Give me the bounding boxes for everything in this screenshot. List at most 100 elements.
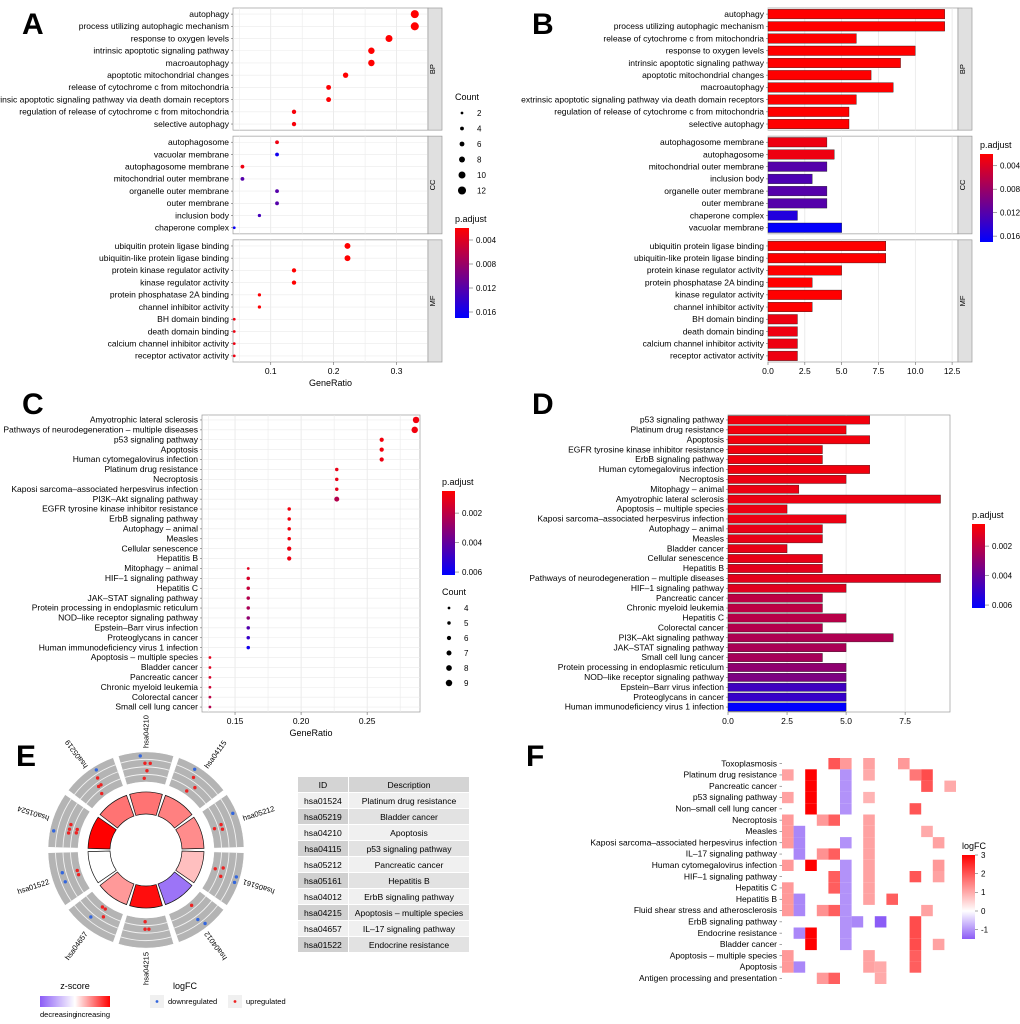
y-tick-label: kinase regulator activity	[140, 277, 230, 287]
data-point	[335, 477, 339, 482]
x-tick-label: 7.5	[899, 716, 911, 726]
legend-count-dot	[446, 665, 452, 671]
legend-padjust-label: 0.004	[476, 236, 497, 245]
legend-padjust-bar	[442, 491, 455, 575]
circos-gene-point	[76, 872, 81, 877]
y-tick-label: Protein processing in endoplasmic reticu…	[558, 662, 724, 672]
bar	[727, 663, 847, 672]
table-header-row: ID Description	[297, 776, 471, 793]
y-tick-label: HIF–1 signaling pathway	[631, 583, 725, 593]
y-tick-label: Protein processing in endoplasmic reticu…	[32, 603, 198, 613]
heatmap-row-label: Bladder cancer	[720, 939, 777, 949]
circos-sector-label: hsa01524	[16, 804, 50, 823]
data-point	[326, 84, 332, 90]
bar	[727, 633, 894, 643]
y-tick-label: selective autophagy	[154, 119, 230, 129]
heatmap-cell	[805, 859, 817, 871]
legend-padjust-label: 0.012	[476, 284, 497, 293]
x-tick-label: 12.5	[944, 366, 961, 376]
data-point	[379, 437, 384, 442]
legend-count-dot	[457, 186, 467, 195]
data-point	[410, 22, 419, 31]
y-tick-label: ubiquitin-like protein ligase binding	[634, 253, 764, 263]
data-point	[275, 189, 279, 194]
heatmap-cell	[805, 791, 817, 804]
bar	[767, 186, 828, 197]
circos-sector-label: hsa05212	[242, 804, 276, 823]
bar	[727, 574, 941, 583]
y-tick-label: PI3K–Akt signaling pathway	[93, 494, 199, 504]
y-tick-label: Pancreatic cancer	[130, 672, 198, 682]
y-tick-label: NOD–like receptor signaling pathway	[584, 672, 725, 682]
data-point	[232, 342, 236, 346]
heatmap-cell	[793, 893, 806, 905]
y-tick-label: Epstein–Barr virus infection	[95, 622, 199, 632]
heatmap-cell	[863, 882, 875, 894]
heatmap-row-label: HIF–1 signaling pathway	[684, 871, 778, 881]
heatmap-cell	[863, 950, 875, 962]
legend-count-label: 9	[464, 679, 469, 688]
bar	[727, 544, 788, 553]
legend-padjust-label: 0.004	[992, 571, 1013, 580]
y-tick-label: Small cell lung cancer	[641, 652, 724, 662]
y-tick-label: channel inhibitor activity	[674, 302, 765, 312]
facet-strip-label: CC	[958, 179, 967, 190]
legend-count-label: 6	[464, 634, 469, 643]
data-point	[257, 213, 262, 218]
panel-d-label: D	[532, 388, 554, 421]
y-tick-label: PI3K–Akt signaling pathway	[619, 632, 725, 642]
cell-description: Pancreatic cancer	[347, 856, 471, 873]
data-point	[379, 457, 384, 462]
panel-f-heatmap: Toxoplasmosis Platinum drug resistancePan…	[590, 758, 989, 984]
data-point	[335, 467, 339, 472]
heatmap-cell	[909, 961, 922, 973]
heatmap-cell	[793, 825, 806, 838]
y-tick-label: chaperone complex	[690, 210, 765, 220]
zscore-legend-left: decreasing	[40, 1010, 77, 1019]
cell-id: hsa04657	[297, 920, 349, 937]
y-tick-label: Hepatitis C	[156, 583, 198, 593]
legend-count-title: Count	[442, 587, 467, 597]
y-tick-label: protein kinase regulator activity	[112, 265, 230, 275]
data-point	[208, 695, 212, 699]
panel-a: A autophagy process utilizing autophagic …	[0, 0, 510, 390]
legend-count-label: 4	[477, 124, 482, 133]
heatmap-cell	[863, 758, 875, 770]
data-point	[208, 656, 212, 659]
y-tick-label: extrinsic apoptotic signaling pathway vi…	[521, 94, 764, 104]
circos-gene-point	[63, 880, 67, 884]
data-point	[246, 645, 250, 650]
data-point	[257, 305, 262, 309]
logfc-legend-label: 2	[981, 869, 986, 878]
facet-strip-label: BP	[958, 64, 967, 74]
bar	[767, 9, 945, 20]
heatmap-row-label: Platinum drug resistance	[683, 770, 777, 780]
x-axis-label: GeneRatio	[309, 378, 352, 388]
legend-padjust-bar	[972, 524, 985, 608]
heatmap-cell	[921, 825, 933, 838]
heatmap-row-label: Hepatitis C	[735, 883, 777, 893]
legend-count-dot	[445, 679, 453, 687]
y-tick-label: receptor activator activity	[670, 351, 765, 361]
circos-gene-point	[74, 831, 79, 835]
heatmap-cell	[909, 950, 922, 962]
circos-gene-point	[67, 827, 72, 831]
y-tick-label: outer membrane	[167, 198, 230, 208]
legend-count-dot	[447, 606, 451, 610]
circos-sector-label: hsa05161	[242, 877, 276, 896]
table-row: hsa05161 Hepatitis B	[297, 872, 471, 889]
heatmap-cell	[805, 938, 817, 951]
heatmap-cell	[840, 791, 852, 804]
logfc-legend-bar	[962, 855, 975, 939]
circos-gene-point	[52, 829, 56, 833]
bar	[767, 198, 828, 209]
y-tick-label: Colorectal cancer	[132, 692, 198, 702]
y-tick-label: Amyotrophic lateral sclerosis	[616, 494, 724, 504]
y-tick-label: Measles	[166, 533, 198, 543]
y-tick-label: Measles	[692, 533, 724, 543]
y-tick-label: apoptotic mitochondrial changes	[642, 70, 764, 80]
y-tick-label: chaperone complex	[155, 223, 230, 233]
legend-padjust-label: 0.016	[1000, 232, 1020, 241]
y-tick-label: mitochondrial outer membrane	[649, 161, 765, 171]
bar	[767, 82, 894, 93]
